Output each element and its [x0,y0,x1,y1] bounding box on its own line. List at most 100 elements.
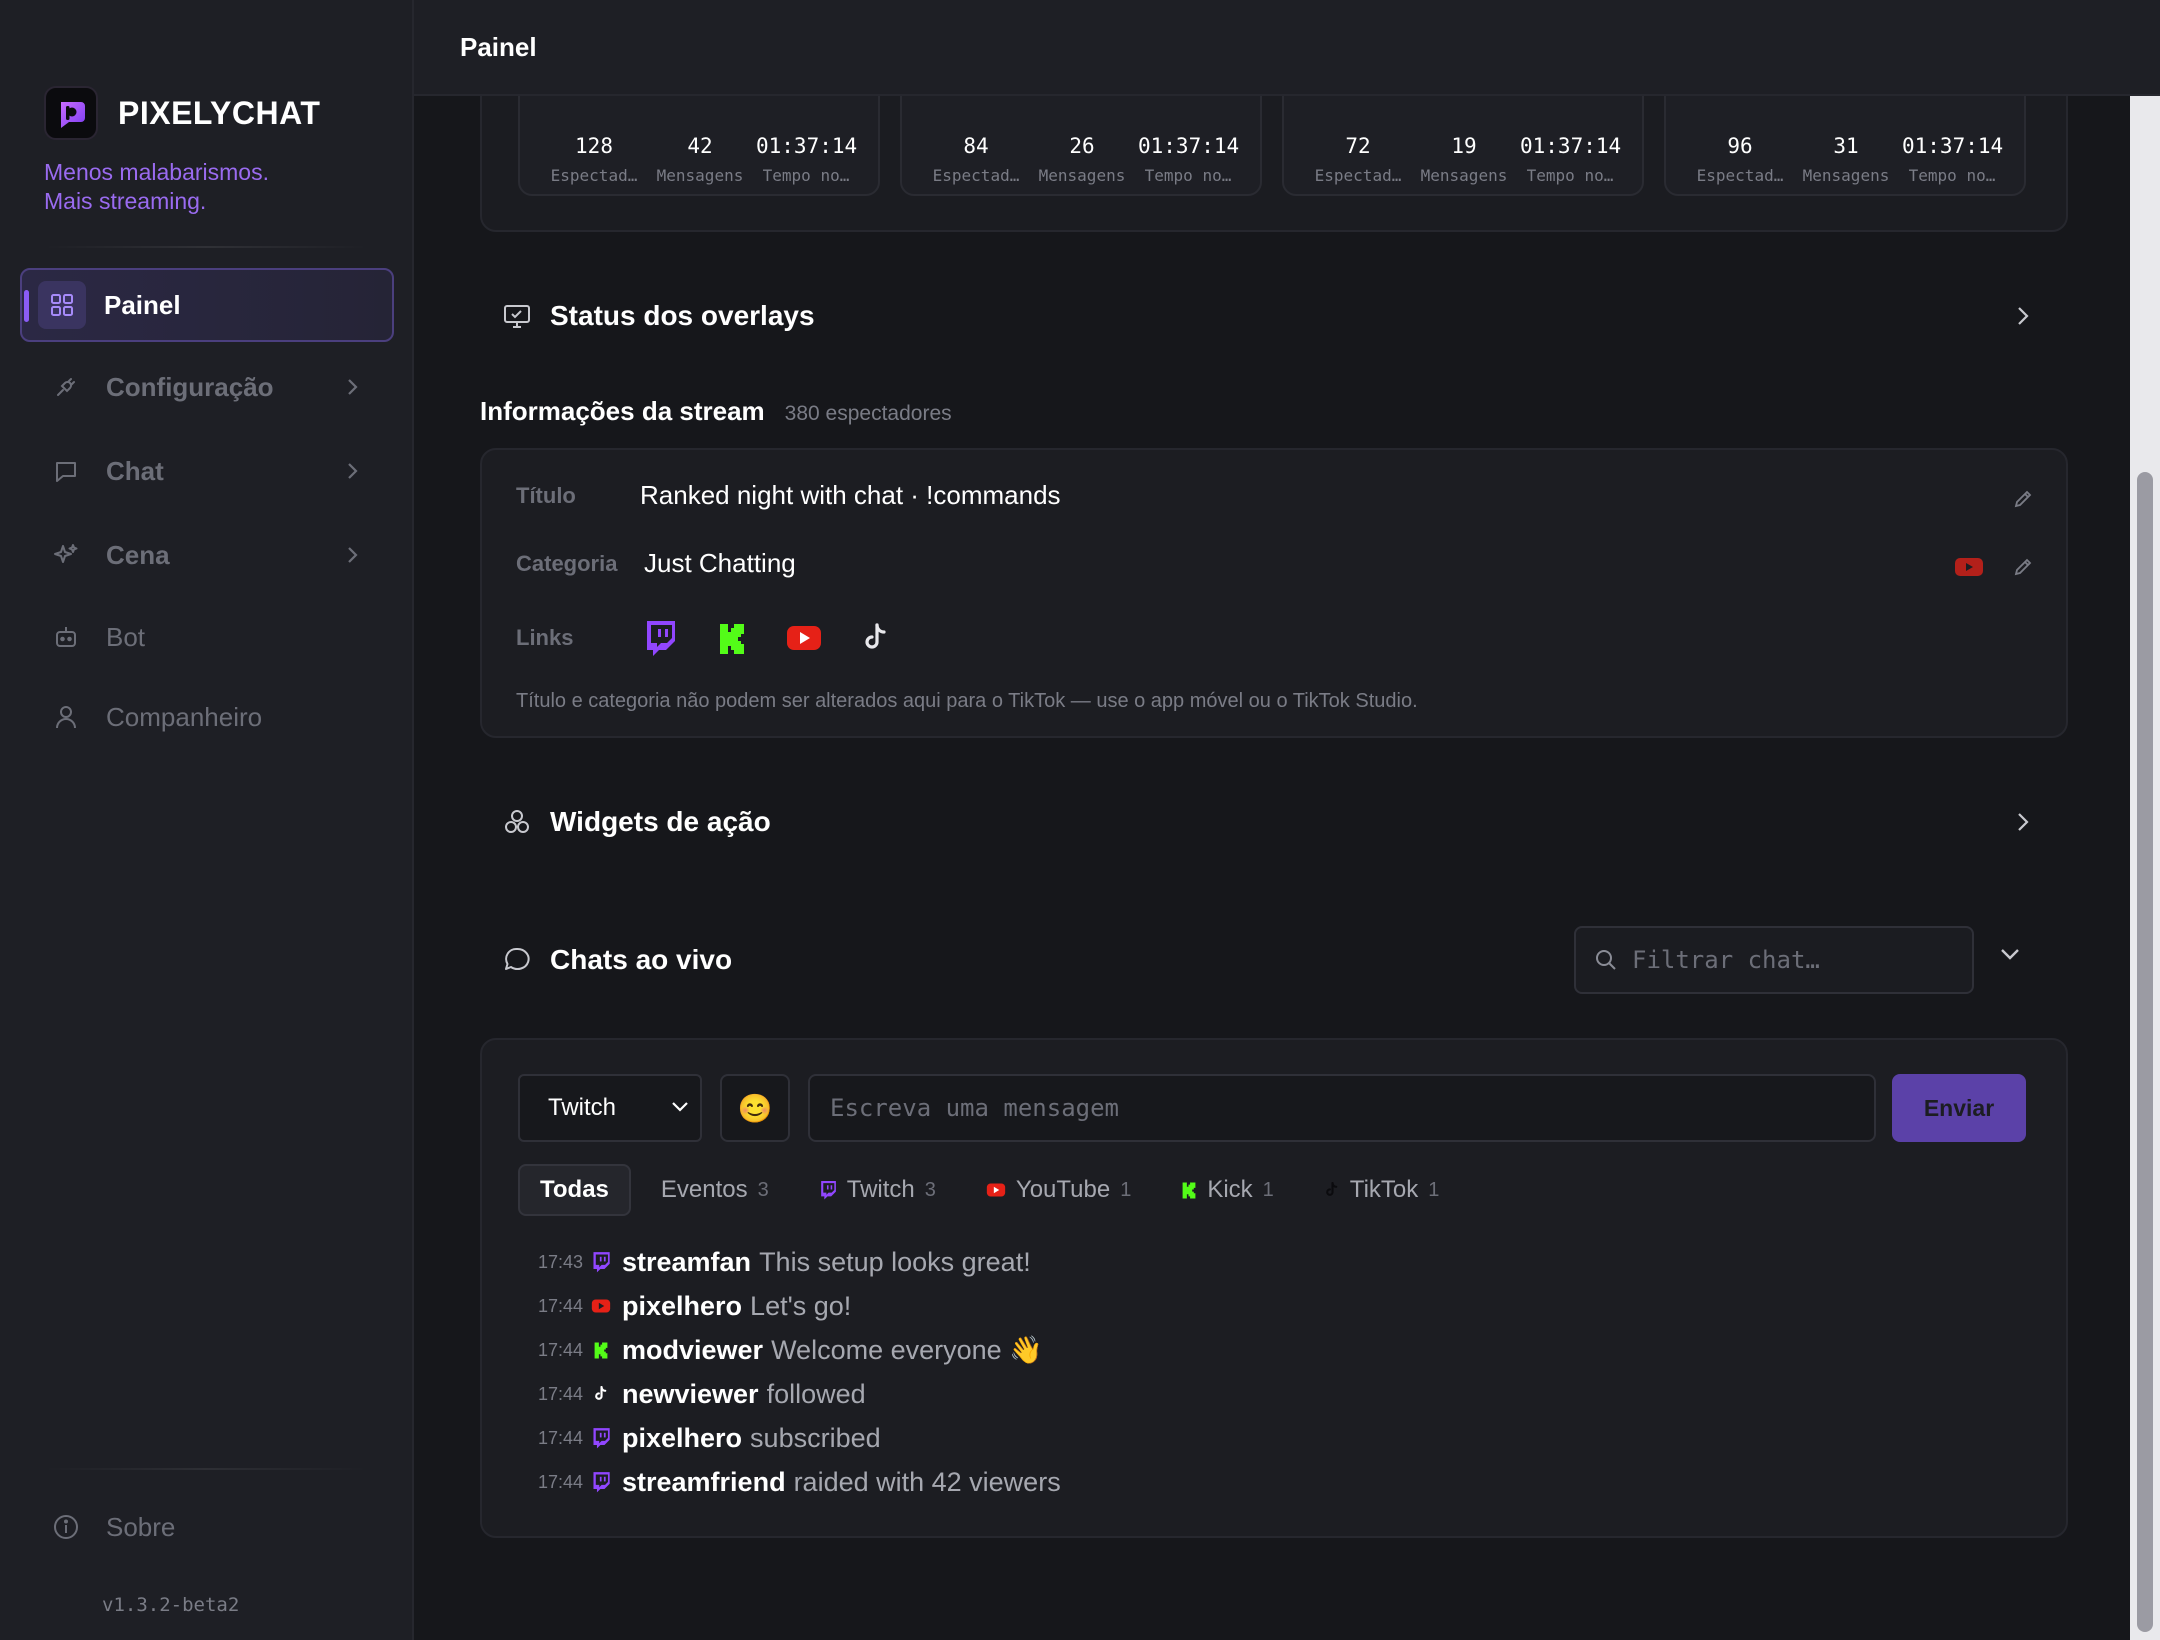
sidebar-item-bot[interactable]: Bot [20,600,394,674]
chat-panel: Twitch 😊 Escreva uma mensagem Enviar Tod… [480,1038,2068,1538]
section-title: Status dos overlays [550,300,815,331]
main-scrollbar[interactable] [2130,96,2160,1640]
tiktok-icon [590,1385,612,1403]
message-username[interactable]: modviewer [622,1335,763,1366]
overlays-status-section[interactable]: Status dos overlays [480,286,2068,346]
platform-select[interactable]: Twitch [518,1074,702,1142]
chat-message: 17:44 pixelhero Let's go! [538,1284,1061,1328]
tab-kick[interactable]: Kick 1 [1161,1164,1293,1216]
tab-label: Twitch [846,1176,915,1203]
chat-message: 17:43 streamfan This setup looks great! [538,1240,1061,1284]
tab-todas[interactable]: Todas [518,1164,631,1216]
message-username[interactable]: newviewer [622,1379,759,1410]
chat-message-list: 17:43 streamfan This setup looks great! … [538,1240,1061,1504]
message-username[interactable]: streamfan [622,1247,751,1278]
app-logo-icon [44,86,98,140]
sidebar-item-configuracao[interactable]: Configuração [20,350,394,424]
field-label: Categoria [516,550,618,576]
stat-messages: 42 Mensagens [656,134,744,185]
stream-category-row: Categoria Just Chatting [516,548,796,579]
message-input[interactable]: Escreva uma mensagem [808,1074,1876,1142]
twitch-icon[interactable] [640,618,680,658]
stat-uptime: 01:37:14 Tempo no… [756,134,858,185]
main-content: 128 Espectad… 42 Mensagens 01:37:14 Tempo n… [414,96,2130,1640]
message-text: Let's go! [750,1290,852,1321]
stat-messages: 31 Mensagens [1802,134,1890,185]
stat-uptime: 01:37:14 Tempo no… [1138,134,1240,185]
action-widgets-section[interactable]: Widgets de ação [480,792,2068,852]
message-placeholder: Escreva uma mensagem [830,1094,1119,1122]
chevron-right-icon [346,460,360,482]
stat-uptime: 01:37:14 Tempo no… [1520,134,1622,185]
tab-youtube[interactable]: YouTube 1 [966,1164,1151,1216]
tab-count: 1 [1262,1178,1274,1201]
monitor-check-icon [500,299,534,333]
twitch-icon [819,1180,837,1200]
tagline-line-1: Menos malabarismos. [44,159,269,185]
message-text: Welcome everyone 👋 [771,1335,1043,1365]
stream-info-card: Título Ranked night with chat · !command… [480,448,2068,738]
user-icon [50,701,82,733]
edit-title-pencil-icon[interactable] [2012,488,2034,510]
section-title: Widgets de ação [550,806,771,837]
tiktok-icon[interactable] [856,618,896,658]
send-button[interactable]: Enviar [1892,1074,2026,1142]
tab-label: Eventos [660,1176,748,1203]
sidebar-item-cena[interactable]: Cena [20,518,394,592]
stat-messages: 19 Mensagens [1420,134,1508,185]
sidebar-item-sobre[interactable]: Sobre [20,1490,394,1564]
dashboard-grid-icon [38,281,86,329]
info-icon [50,1511,82,1543]
tab-count: 1 [1428,1178,1440,1201]
tagline-line-2: Mais streaming. [44,188,207,214]
sidebar-item-companheiro[interactable]: Companheiro [20,680,394,754]
stat-card: 84 Espectad… 26 Mensagens 01:37:14 Tempo no… [900,96,1262,196]
message-username[interactable]: pixelhero [622,1423,742,1454]
tab-count: 1 [1120,1178,1132,1201]
twitch-icon [590,1471,612,1493]
scrollbar-thumb[interactable] [2137,472,2153,1632]
tab-label: Kick [1207,1176,1253,1203]
tab-tiktok[interactable]: TikTok 1 [1304,1164,1460,1216]
chat-message: 17:44 pixelhero subscribed [538,1416,1061,1460]
emoji-picker-button[interactable]: 😊 [720,1074,790,1142]
chevron-right-icon [346,376,360,398]
message-username[interactable]: streamfriend [622,1467,786,1498]
kick-icon[interactable] [712,618,752,658]
stream-title-row: Título Ranked night with chat · !command… [516,480,1061,511]
message-text: followed [766,1378,866,1409]
tab-twitch[interactable]: Twitch 3 [799,1164,956,1216]
tab-eventos[interactable]: Eventos 3 [641,1164,789,1216]
app-version: v1.3.2-beta2 [102,1594,240,1616]
sidebar-divider [44,246,368,248]
sidebar-item-painel[interactable]: Painel [20,268,394,342]
chevron-down-icon[interactable] [1998,946,2022,962]
chat-filter-input[interactable]: Filtrar chat… [1574,926,1974,994]
chat-message: 17:44 newviewer followed [538,1372,1061,1416]
sidebar-item-chat[interactable]: Chat [20,434,394,508]
message-username[interactable]: pixelhero [622,1291,742,1322]
stream-info-title: Informações da stream [480,396,765,426]
sidebar: PIXELYCHAT Menos malabarismos. Mais stre… [0,0,414,1640]
youtube-icon [1954,556,1984,578]
message-time: 17:44 [538,1471,584,1492]
twitch-icon [590,1427,612,1449]
chevron-right-icon [2016,810,2030,834]
stream-info-header: Informações da stream 380 espectadores [480,396,952,427]
search-icon [1594,948,1618,972]
live-chats-header: Chats ao vivo [480,930,1380,990]
stat-card: 72 Espectad… 19 Mensagens 01:37:14 Tempo no… [1282,96,1644,196]
youtube-icon[interactable] [784,618,824,658]
message-time: 17:44 [538,1339,584,1360]
message-time: 17:44 [538,1295,584,1316]
sidebar-item-label: Bot [106,621,146,652]
sidebar-item-label: Cena [106,539,170,570]
chat-message: 17:44 modviewer Welcome everyone 👋 [538,1328,1061,1372]
stat-viewers: 128 Espectad… [550,134,638,185]
top-bar: Painel [414,0,2160,96]
stat-uptime: 01:37:14 Tempo no… [1902,134,2004,185]
platform-select-value: Twitch [548,1094,617,1121]
stream-info-note: Título e categoria não podem ser alterad… [516,690,1418,712]
edit-category-pencil-icon[interactable] [2012,556,2034,578]
message-time: 17:44 [538,1383,584,1404]
